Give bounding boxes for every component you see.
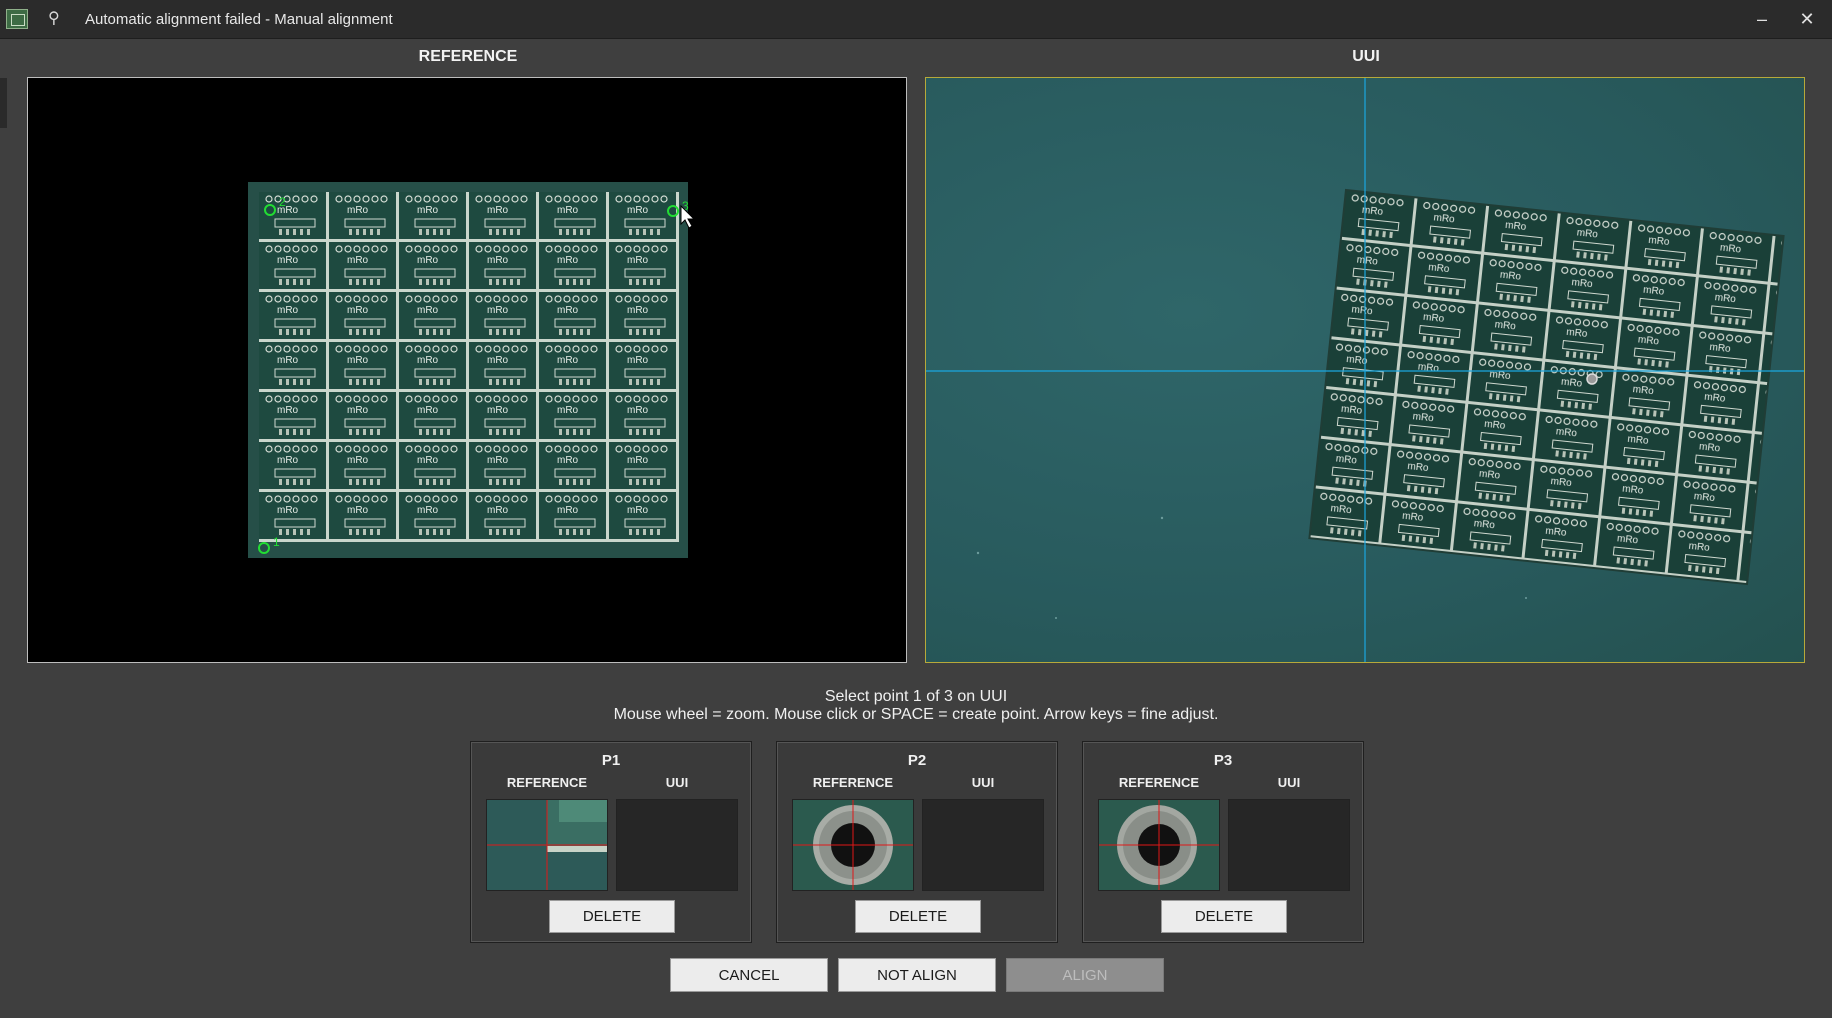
uui-image: mRo xyxy=(926,78,1804,662)
pcb-panel xyxy=(248,182,688,558)
reference-label: REFERENCE xyxy=(418,48,518,65)
uui-label: UUI xyxy=(1352,48,1380,65)
uui-view[interactable]: mRo xyxy=(925,77,1805,663)
uui-thumbnail-p2 xyxy=(922,799,1044,891)
point-title: P1 xyxy=(601,752,621,769)
point-box-p3: P3 REFERENCE UUI DELETE xyxy=(1082,741,1364,943)
close-button[interactable]: ✕ xyxy=(1787,4,1827,34)
window-edge xyxy=(0,78,7,128)
ref-thumb-label: REFERENCE xyxy=(1118,775,1200,790)
ref-thumbnail-p1 xyxy=(486,799,608,891)
ref-thumbnail-p3 xyxy=(1098,799,1220,891)
app-icon xyxy=(6,9,28,29)
minimize-button[interactable]: – xyxy=(1742,4,1782,34)
uui-thumb-label: UUI xyxy=(665,775,689,790)
align-button[interactable]: ALIGN xyxy=(1006,958,1164,992)
title-bar: ⚲ Automatic alignment failed - Manual al… xyxy=(0,0,1832,39)
uui-thumbnail-p3 xyxy=(1228,799,1350,891)
uui-cursor-dot-icon xyxy=(1586,373,1598,385)
delete-p1-button[interactable]: DELETE xyxy=(549,900,675,933)
ref-thumbnail-p2 xyxy=(792,799,914,891)
ref-thumb-label: REFERENCE xyxy=(812,775,894,790)
point-title: P3 xyxy=(1213,752,1233,769)
instruction-primary: Select point 1 of 3 on UUI xyxy=(824,688,1008,705)
uui-thumbnail-p1 xyxy=(616,799,738,891)
point-box-p1: P1 REFERENCE UUI DELETE xyxy=(470,741,752,943)
reference-view[interactable]: mRo 2 3 1 xyxy=(27,77,907,663)
uui-pcb-panel xyxy=(1308,188,1785,586)
window-title: Automatic alignment failed - Manual alig… xyxy=(85,11,393,28)
reference-image: mRo 2 3 1 xyxy=(248,182,696,558)
point-title: P2 xyxy=(907,752,927,769)
marker-2-label: 2 xyxy=(279,195,286,209)
marker-1-label: 1 xyxy=(273,535,280,549)
instruction-secondary: Mouse wheel = zoom. Mouse click or SPACE… xyxy=(613,706,1219,723)
delete-p3-button[interactable]: DELETE xyxy=(1161,900,1287,933)
delete-p2-button[interactable]: DELETE xyxy=(855,900,981,933)
uui-thumb-label: UUI xyxy=(1277,775,1301,790)
pin-icon[interactable]: ⚲ xyxy=(48,8,60,28)
point-box-p2: P2 REFERENCE UUI DELETE xyxy=(776,741,1058,943)
uui-thumb-label: UUI xyxy=(971,775,995,790)
not-align-button[interactable]: NOT ALIGN xyxy=(838,958,996,992)
cancel-button[interactable]: CANCEL xyxy=(670,958,828,992)
ref-thumb-label: REFERENCE xyxy=(506,775,588,790)
